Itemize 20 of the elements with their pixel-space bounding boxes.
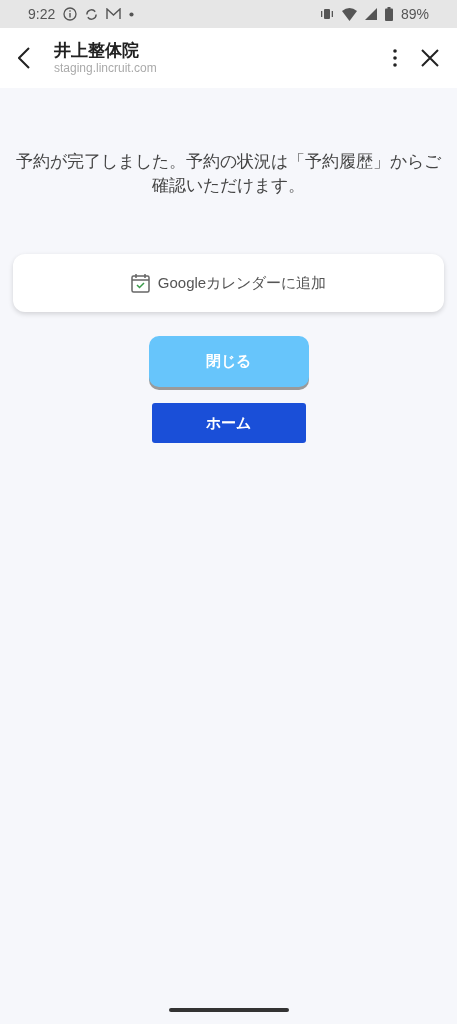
calendar-icon [130, 272, 150, 293]
signal-icon [364, 8, 377, 20]
wifi-icon [341, 7, 357, 21]
page-title: 井上整体院 [54, 40, 140, 61]
status-time: 9:22 [28, 4, 56, 24]
back-icon[interactable] [18, 47, 30, 69]
more-icon[interactable] [393, 49, 397, 67]
home-button[interactable]: ホーム [151, 402, 306, 443]
mail-icon [106, 8, 122, 20]
add-to-calendar-button[interactable]: Googleカレンダーに追加 [13, 253, 444, 312]
vibrate-icon [319, 8, 334, 20]
gesture-handle[interactable] [168, 1008, 289, 1012]
battery-icon [384, 7, 393, 21]
sync-icon [85, 7, 99, 21]
close-icon[interactable] [421, 49, 439, 67]
dot-icon [129, 11, 135, 17]
battery-percent: 89% [400, 4, 429, 24]
page-url: staging.lincruit.com [54, 61, 157, 76]
completion-message: 予約が完了しました。予約の状況は「予約履歴」からご確認いただけます。 [15, 151, 442, 196]
info-icon [63, 7, 78, 21]
